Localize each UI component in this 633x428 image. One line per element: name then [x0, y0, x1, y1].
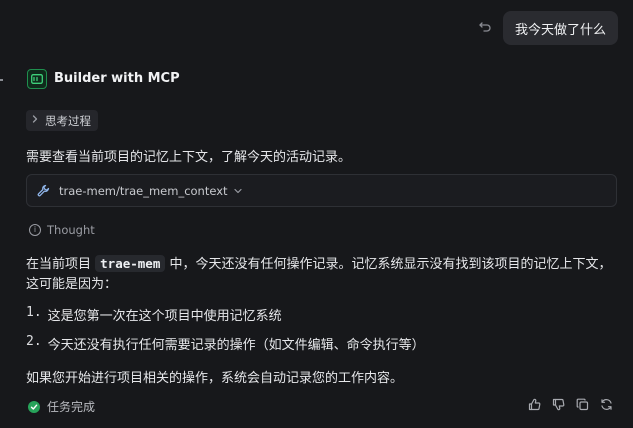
- thinking-process-toggle[interactable]: 思考过程: [26, 110, 98, 131]
- user-message-bubble: 我今天做了什么: [503, 11, 619, 45]
- list-item-number: 2.: [26, 334, 42, 349]
- list-item-number: 1.: [26, 305, 42, 320]
- closing-text: 如果您开始进行项目相关的操作，系统会自动记录您的工作内容。: [26, 371, 404, 386]
- terminal-icon: [27, 69, 47, 89]
- task-status: 任务完成: [28, 398, 95, 415]
- message-actions: [527, 397, 614, 412]
- copy-icon[interactable]: [575, 397, 590, 412]
- answer-paragraph: 在当前项目 trae-mem 中，今天还没有任何操作记录。记忆系统显示没有找到该…: [26, 254, 616, 295]
- thought-label: Thought: [47, 223, 95, 237]
- undo-icon[interactable]: [476, 18, 494, 36]
- agent-name: Builder with MCP: [54, 71, 180, 86]
- info-icon: i: [29, 224, 41, 236]
- answer-prefix: 在当前项目: [26, 257, 96, 272]
- tool-call-panel[interactable]: trae-mem/trae_mem_context: [26, 174, 617, 207]
- chevron-down-icon: [233, 188, 242, 194]
- list-item: 2. 今天还没有执行任何需要记录的操作（如文件编辑、命令执行等）: [26, 334, 425, 353]
- thumbs-down-icon[interactable]: [551, 397, 566, 412]
- list-item-text: 这是您第一次在这个项目中使用记忆系统: [47, 309, 282, 324]
- refresh-icon[interactable]: [599, 397, 614, 412]
- wrench-icon: [37, 184, 50, 197]
- list-item-text: 今天还没有执行任何需要记录的操作（如文件编辑、命令执行等）: [47, 338, 425, 353]
- thinking-process-label: 思考过程: [45, 113, 91, 128]
- project-code: trae-mem: [95, 255, 166, 272]
- user-message-text: 我今天做了什么: [515, 22, 607, 38]
- intro-text: 需要查看当前项目的记忆上下文，了解今天的活动记录。: [26, 150, 352, 165]
- tool-call-name: trae-mem/trae_mem_context: [59, 183, 228, 198]
- edge-marker: [0, 79, 3, 81]
- thought-indicator[interactable]: i Thought: [29, 223, 95, 237]
- list-item: 1. 这是您第一次在这个项目中使用记忆系统: [26, 305, 282, 324]
- thumbs-up-icon[interactable]: [527, 397, 542, 412]
- chevron-right-icon: [32, 115, 38, 126]
- check-circle-icon: [28, 400, 40, 413]
- task-status-label: 任务完成: [47, 400, 96, 414]
